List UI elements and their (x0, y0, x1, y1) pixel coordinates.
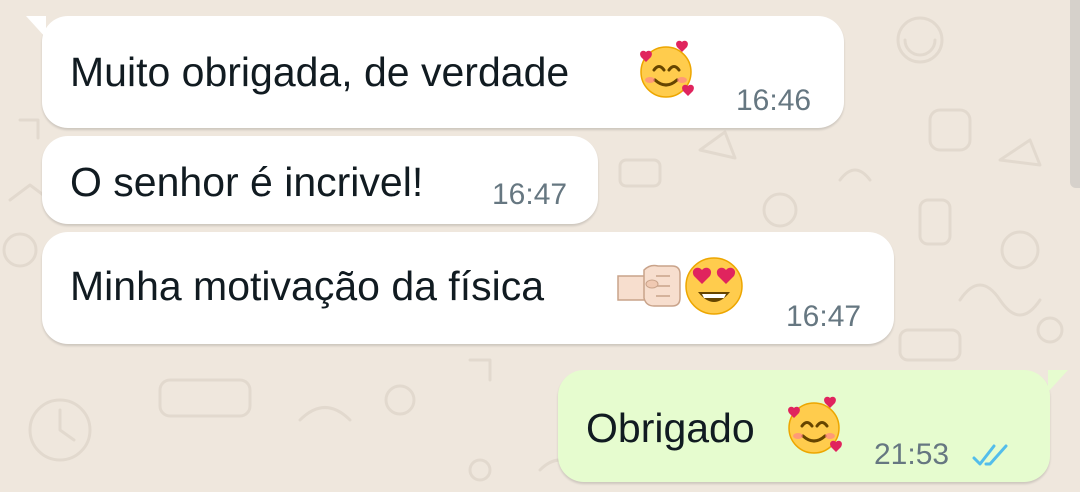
message-timestamp: 21:53 (874, 438, 950, 471)
smiling-face-with-hearts-icon (788, 396, 842, 454)
message-text: Minha motivação da física (70, 263, 545, 309)
incoming-message-bubble[interactable]: Muito obrigada, de verdade 16:46 (26, 16, 844, 128)
message-text: Muito obrigada, de verdade (70, 49, 570, 95)
bubble-tail (26, 16, 46, 38)
smiling-face-with-heart-eyes-icon (685, 257, 743, 315)
incoming-message-bubble[interactable]: Minha motivação da física 16:47 (42, 232, 894, 344)
message-text: Obrigado (586, 405, 755, 451)
bubble-tail (1048, 370, 1068, 392)
message-timestamp: 16:47 (786, 300, 862, 333)
message-timestamp: 16:46 (736, 84, 812, 117)
smiling-face-with-hearts-icon (640, 40, 694, 98)
incoming-message-bubble[interactable]: O senhor é incrivel! 16:47 (42, 136, 598, 224)
message-timestamp: 16:47 (492, 178, 568, 211)
left-facing-fist-icon (617, 264, 681, 307)
scrollbar[interactable] (1070, 0, 1080, 188)
outgoing-message-bubble[interactable]: Obrigado 21:53 (558, 370, 1068, 482)
double-check-read-icon (972, 444, 1008, 466)
message-text: O senhor é incrivel! (70, 159, 424, 205)
